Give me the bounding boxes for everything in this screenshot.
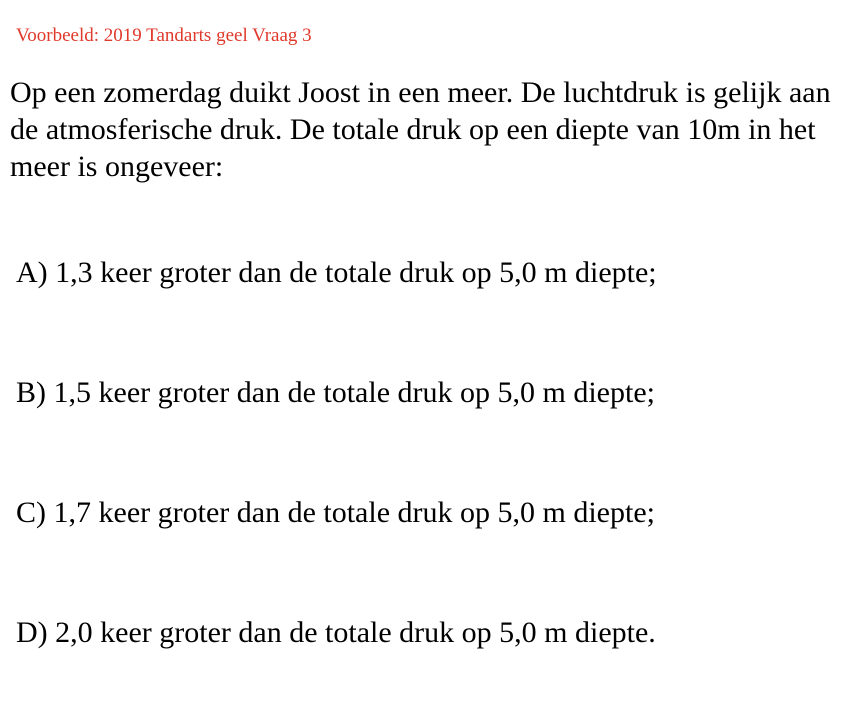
source-label: Voorbeeld: 2019 Tandarts geel Vraag 3	[16, 25, 312, 46]
answer-option-d: D) 2,0 keer groter dan de totale druk op…	[16, 616, 656, 649]
answer-option-b: B) 1,5 keer groter dan de totale druk op…	[16, 376, 655, 409]
question-text: Op een zomerdag duikt Joost in een meer.…	[10, 76, 831, 183]
answer-option-a: A) 1,3 keer groter dan de totale druk op…	[16, 256, 657, 289]
answer-option-c: C) 1,7 keer groter dan de totale druk op…	[16, 496, 655, 529]
